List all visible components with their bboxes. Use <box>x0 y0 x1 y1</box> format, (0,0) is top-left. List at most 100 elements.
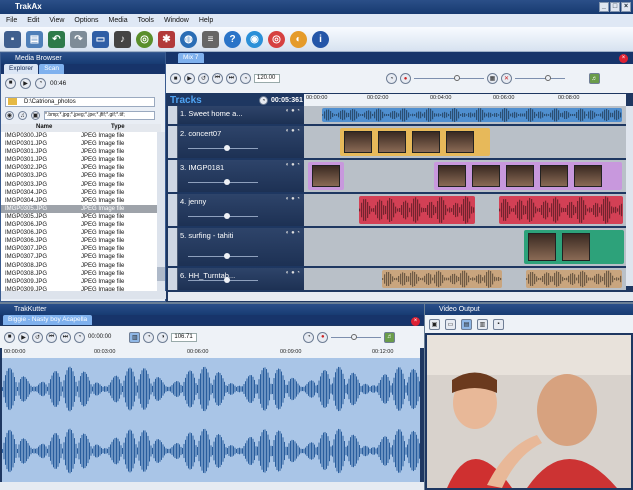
projector-icon[interactable]: ▥ <box>477 318 488 330</box>
column-type[interactable]: Type <box>61 124 161 132</box>
file-filter-field[interactable]: *.bmp;*.jpg;*.jpeg;*.jpe;*.jfif;*.gif;*.… <box>44 111 155 120</box>
file-row[interactable]: IMGP0301.JPG JPEG Image file <box>1 156 161 164</box>
kutter-volume-icon[interactable]: ◔ <box>303 331 315 343</box>
file-row[interactable]: IMGP0306.JPG JPEG Image file <box>1 237 161 245</box>
firefox-icon[interactable]: ◐ <box>290 30 307 48</box>
track-lane[interactable] <box>304 268 626 290</box>
delete-icon[interactable]: ✕ <box>501 73 512 84</box>
web-icon[interactable]: ◉ <box>246 30 263 48</box>
volume-icon[interactable]: ◔ <box>35 77 46 89</box>
tab-kutter-track[interactable]: Biggie - Nasty boy Acapella <box>3 315 93 325</box>
column-name[interactable]: Name <box>1 124 61 132</box>
kutter-record-icon[interactable]: ● <box>317 331 329 343</box>
open-icon[interactable]: ▤ <box>26 30 43 48</box>
record-icon[interactable]: ◔ <box>74 331 85 343</box>
stop-icon[interactable]: ■ <box>5 77 16 89</box>
close-kutter-icon[interactable]: × <box>411 317 420 326</box>
play-icon[interactable]: ▶ <box>18 331 29 343</box>
menu-window[interactable]: Window <box>164 17 189 24</box>
bpm-field[interactable]: 120.00 <box>254 74 280 83</box>
file-row[interactable]: IMGP0306.JPG JPEG Image file <box>1 221 161 229</box>
refresh-icon[interactable]: ◉ <box>5 111 14 120</box>
media-clip[interactable] <box>524 230 624 264</box>
track-volume-slider[interactable] <box>188 253 258 259</box>
preview-icon[interactable]: ▤ <box>461 318 472 330</box>
track-label[interactable]: 1. Sweet home a... <box>180 109 243 118</box>
media-clip[interactable] <box>308 162 344 190</box>
close-mix-icon[interactable]: × <box>619 54 628 63</box>
media-clip[interactable] <box>382 270 502 288</box>
media-clip[interactable] <box>359 196 475 224</box>
master-volume-slider[interactable] <box>414 75 484 81</box>
track-label[interactable]: 3. IMGP0181 <box>180 163 224 172</box>
image-filter-icon[interactable]: ▣ <box>31 111 40 120</box>
track-controls-icon[interactable]: ◐ ● ◔ <box>286 108 300 114</box>
file-row[interactable]: IMGP0307.JPG JPEG Image file <box>1 253 161 261</box>
file-row[interactable]: IMGP0309.JPG JPEG Image file <box>1 278 161 286</box>
metronome-icon[interactable]: ◑ <box>157 331 169 343</box>
minimize-button[interactable]: _ <box>599 2 609 12</box>
kutter-waveform[interactable] <box>2 358 420 482</box>
media-clip[interactable] <box>526 270 622 288</box>
track-lane[interactable] <box>304 160 626 192</box>
globe-icon[interactable]: ◍ <box>180 30 197 48</box>
track-header[interactable]: 2. concert07 ◐ ● ◔ <box>168 126 304 158</box>
track-controls-icon[interactable]: ◐ ● ◔ <box>286 230 300 236</box>
play-icon[interactable]: ▶ <box>184 73 195 84</box>
undo-icon[interactable]: ↶ <box>48 30 65 48</box>
tracks-horizontal-scrollbar[interactable] <box>168 292 633 301</box>
menu-options[interactable]: Options <box>74 17 98 24</box>
track-volume-slider[interactable] <box>188 213 258 219</box>
menu-view[interactable]: View <box>49 17 64 24</box>
file-row[interactable]: IMGP0305.JPG JPEG Image file <box>1 213 161 221</box>
loop-icon[interactable]: ↺ <box>32 331 43 343</box>
menu-edit[interactable]: Edit <box>27 17 39 24</box>
stop-icon[interactable]: ■ <box>4 331 15 343</box>
tracks-scrollbar[interactable] <box>626 106 633 286</box>
media-clip[interactable] <box>434 162 622 190</box>
monitor-icon[interactable]: ▭ <box>92 30 109 48</box>
track-lane[interactable] <box>304 126 626 158</box>
menu-file[interactable]: File <box>6 17 17 24</box>
track-controls-icon[interactable]: ◐ ● ◔ <box>286 162 300 168</box>
track-controls-icon[interactable]: ◐ ● ◔ <box>286 128 300 134</box>
menu-tools[interactable]: Tools <box>138 17 154 24</box>
microphone-icon[interactable]: ♪ <box>114 30 131 48</box>
track-volume-slider[interactable] <box>188 179 258 185</box>
file-row[interactable]: IMGP0304.JPG JPEG Image file <box>1 189 161 197</box>
tab-mix[interactable]: Mix 7 <box>178 53 204 63</box>
mix-ruler[interactable]: 00:00:00 00:02:00 00:04:00 00:06:00 00:0… <box>304 94 626 106</box>
menu-media[interactable]: Media <box>109 17 128 24</box>
kutter-volume-slider[interactable] <box>331 333 382 340</box>
cd-icon[interactable]: ◎ <box>136 30 153 48</box>
kutter-ruler[interactable]: 00:00:00 00:03:00 00:06:00 00:09:00 00:1… <box>2 348 420 358</box>
forward-icon[interactable]: ⏭ <box>60 331 71 343</box>
media-clip[interactable] <box>322 108 622 122</box>
tab-scan[interactable]: Scan <box>39 64 65 74</box>
tab-explorer[interactable]: Explorer <box>4 64 39 74</box>
rewind-icon[interactable]: ⏮ <box>212 73 223 84</box>
rewind-icon[interactable]: ⏮ <box>46 331 57 343</box>
track-lane[interactable] <box>304 228 626 266</box>
waveform-view-icon[interactable]: ▥ <box>129 331 141 343</box>
add-media-icon[interactable]: ▦ <box>487 73 498 84</box>
mixer-icon[interactable]: ≡ <box>202 30 219 48</box>
chat-icon[interactable]: ? <box>224 30 241 48</box>
file-row[interactable]: IMGP0306.JPG JPEG Image file <box>1 229 161 237</box>
tempo-icon[interactable]: ♬ <box>589 73 600 84</box>
kutter-scrollbar[interactable] <box>0 482 424 490</box>
track-label[interactable]: 2. concert07 <box>180 129 221 138</box>
file-row[interactable]: IMGP0301.JPG JPEG Image file <box>1 140 161 148</box>
stop-icon[interactable]: ■ <box>170 73 181 84</box>
loop-icon[interactable]: ↺ <box>198 73 209 84</box>
file-row[interactable]: IMGP0304.JPG JPEG Image file <box>1 197 161 205</box>
monitor-icon[interactable]: ▭ <box>445 318 456 330</box>
vertical-scrollbar[interactable] <box>157 132 165 292</box>
forward-icon[interactable]: ⏭ <box>226 73 237 84</box>
file-row[interactable]: IMGP0307.JPG JPEG Image file <box>1 245 161 253</box>
file-row[interactable]: IMGP0308.JPG JPEG Image file <box>1 270 161 278</box>
horizontal-scrollbar[interactable] <box>1 291 166 299</box>
file-row[interactable]: IMGP0302.JPG JPEG Image file <box>1 164 161 172</box>
maximize-button[interactable]: □ <box>610 2 620 12</box>
redo-icon[interactable]: ↷ <box>70 30 87 48</box>
